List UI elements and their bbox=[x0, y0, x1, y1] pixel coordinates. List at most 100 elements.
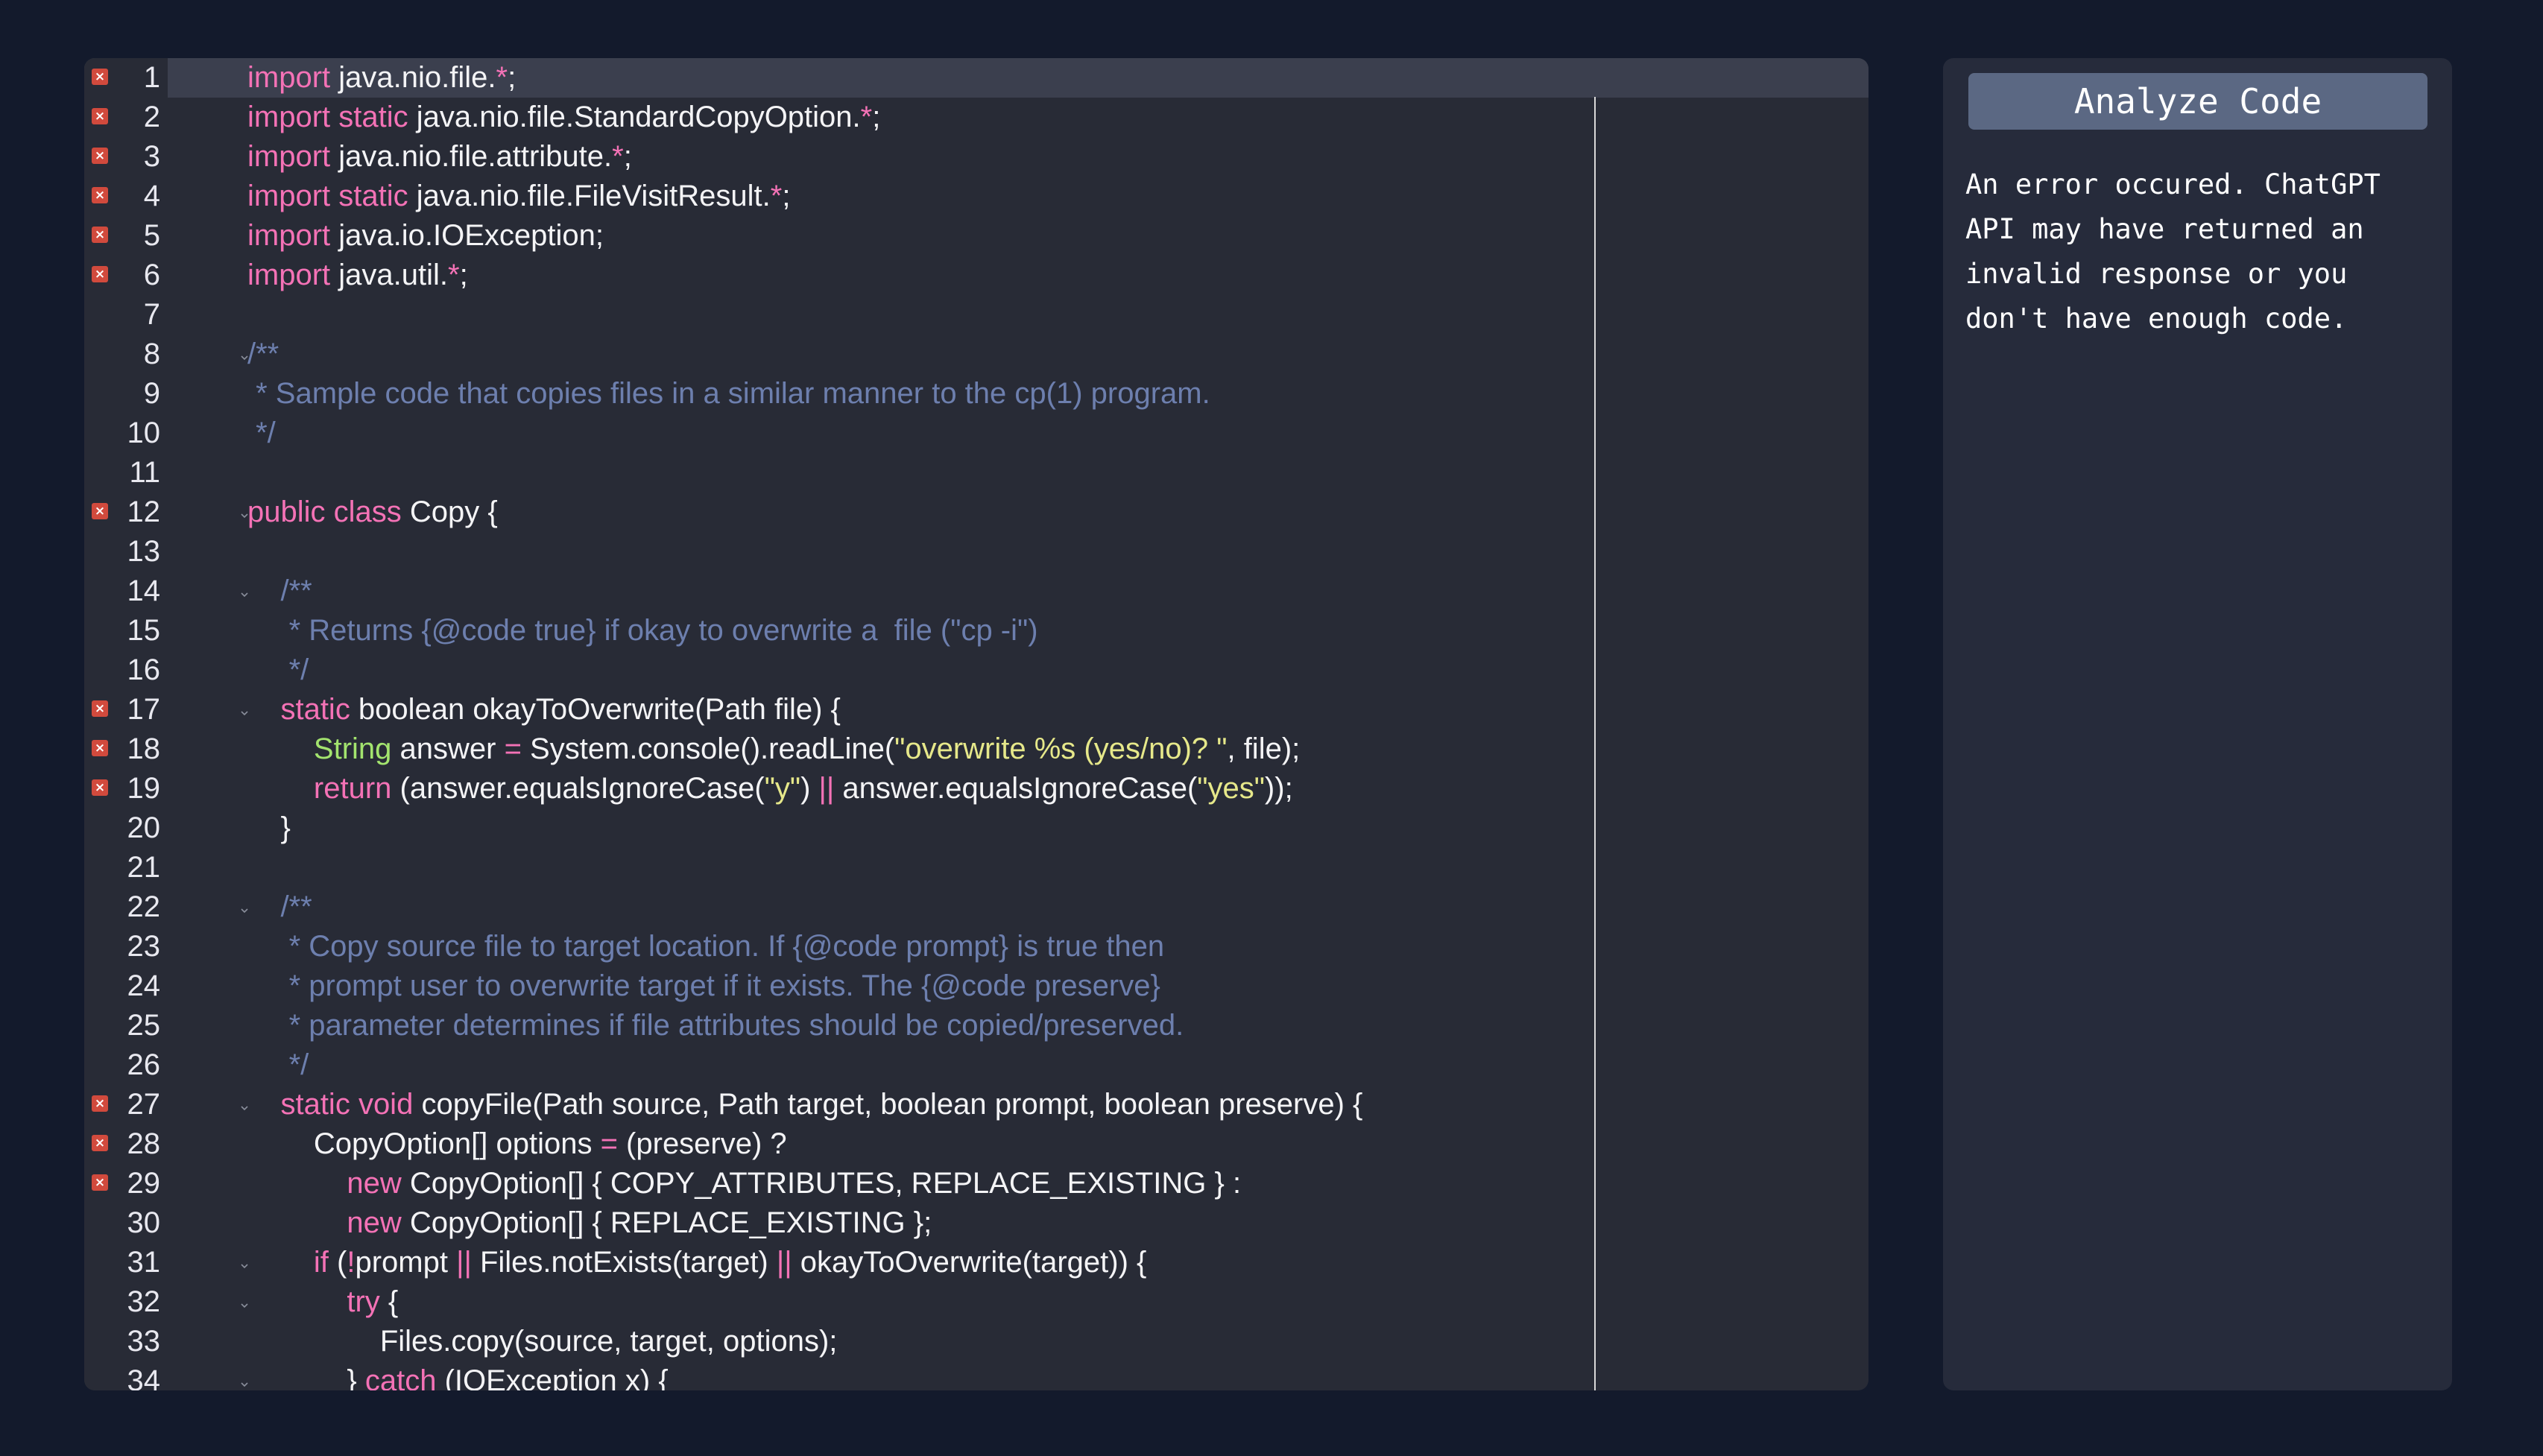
code-line[interactable]: 33 Files.copy(source, target, options); bbox=[84, 1322, 1868, 1361]
code-line[interactable]: × 12 public class Copy { bbox=[84, 493, 1868, 532]
code-line[interactable]: × 4 import static java.nio.file.FileVisitR… bbox=[84, 177, 1868, 216]
code-text[interactable]: return (answer.equalsIgnoreCase("y") || … bbox=[247, 769, 1293, 808]
code-line[interactable]: 10 */ bbox=[84, 414, 1868, 453]
code-line[interactable]: 11 bbox=[84, 453, 1868, 493]
code-token: ; bbox=[623, 140, 632, 173]
line-number: 15 bbox=[127, 614, 161, 647]
code-text[interactable]: import java.util.*; bbox=[247, 256, 468, 295]
code-text[interactable]: * prompt user to overwrite target if it … bbox=[247, 966, 1160, 1006]
code-text[interactable]: public class Copy { bbox=[247, 493, 498, 532]
line-number: 26 bbox=[127, 1048, 161, 1081]
code-line[interactable]: 7 bbox=[84, 295, 1868, 335]
code-line[interactable]: × 29 new CopyOption[] { COPY_ATTRIBUTES, … bbox=[84, 1164, 1868, 1203]
code-text[interactable]: import java.nio.file.*; bbox=[247, 58, 516, 98]
code-line[interactable]: × 6 import java.util.*; bbox=[84, 256, 1868, 295]
code-token: /** bbox=[247, 338, 279, 370]
line-number: 1 bbox=[143, 61, 160, 94]
code-line[interactable]: 20 } bbox=[84, 808, 1868, 848]
code-text[interactable]: import static java.nio.file.StandardCopy… bbox=[247, 98, 880, 137]
analysis-panel: Analyze Code An error occured. ChatGPT A… bbox=[1943, 58, 2452, 1390]
code-line[interactable]: 8 /** bbox=[84, 335, 1868, 374]
line-number: 23 bbox=[127, 930, 161, 963]
code-line[interactable]: × 18 String answer = System.console().rea… bbox=[84, 729, 1868, 769]
code-line[interactable]: 15 * Returns {@code true} if okay to ove… bbox=[84, 611, 1868, 651]
code-text[interactable]: CopyOption[] options = (preserve) ? bbox=[247, 1124, 787, 1164]
code-line[interactable]: 22 /** bbox=[84, 887, 1868, 927]
code-line[interactable]: × 19 return (answer.equalsIgnoreCase("y")… bbox=[84, 769, 1868, 808]
code-text[interactable]: /** bbox=[247, 335, 279, 374]
error-marker-icon[interactable]: × bbox=[92, 1174, 108, 1191]
code-text[interactable]: */ bbox=[247, 651, 309, 690]
code-line[interactable]: 32 try { bbox=[84, 1282, 1868, 1322]
code-line[interactable]: 16 */ bbox=[84, 651, 1868, 690]
code-text[interactable]: if (!prompt || Files.notExists(target) |… bbox=[247, 1243, 1146, 1282]
code-token: String bbox=[313, 732, 392, 765]
code-text[interactable]: * Sample code that copies files in a sim… bbox=[247, 374, 1210, 414]
error-marker-icon[interactable]: × bbox=[92, 69, 108, 85]
code-text[interactable]: new CopyOption[] { REPLACE_EXISTING }; bbox=[247, 1203, 932, 1243]
error-marker-icon[interactable]: × bbox=[92, 1095, 108, 1112]
code-text[interactable]: */ bbox=[247, 1045, 309, 1085]
error-marker-icon[interactable]: × bbox=[92, 700, 108, 717]
code-line[interactable]: × 2 import static java.nio.file.StandardCo… bbox=[84, 98, 1868, 137]
code-token: catch bbox=[364, 1364, 437, 1390]
line-number: 12 bbox=[127, 496, 161, 528]
code-token: copyFile(Path source, Path target, boole… bbox=[413, 1088, 1363, 1121]
code-line[interactable]: 31 if (!prompt || Files.notExists(target… bbox=[84, 1243, 1868, 1282]
code-text[interactable]: Files.copy(source, target, options); bbox=[247, 1322, 838, 1361]
code-text[interactable]: /** bbox=[247, 887, 312, 927]
code-token: "overwrite %s (yes/no)? " bbox=[894, 732, 1228, 765]
code-line[interactable]: × 27 static void copyFile(Path source, Pa… bbox=[84, 1085, 1868, 1124]
line-number: 9 bbox=[143, 377, 160, 410]
code-line[interactable]: 24 * prompt user to overwrite target if … bbox=[84, 966, 1868, 1006]
code-line[interactable]: 13 bbox=[84, 532, 1868, 572]
code-token: * Returns {@code true} if okay to overwr… bbox=[247, 614, 1038, 647]
error-marker-icon[interactable]: × bbox=[92, 1135, 108, 1151]
error-marker-icon[interactable]: × bbox=[92, 740, 108, 756]
error-marker-icon[interactable]: × bbox=[92, 779, 108, 796]
code-text[interactable]: import java.nio.file.attribute.*; bbox=[247, 137, 632, 177]
code-token: "y" bbox=[764, 772, 801, 805]
code-text[interactable]: * Copy source file to target location. I… bbox=[247, 927, 1165, 966]
code-line[interactable]: × 1 import java.nio.file.*; bbox=[84, 58, 1868, 98]
line-number: 6 bbox=[143, 259, 160, 291]
error-marker-icon[interactable]: × bbox=[92, 148, 108, 164]
code-line[interactable]: 34 } catch (IOException x) { bbox=[84, 1361, 1868, 1390]
code-text[interactable]: /** bbox=[247, 572, 312, 611]
code-text[interactable]: String answer = System.console().readLin… bbox=[247, 729, 1300, 769]
error-marker-icon[interactable]: × bbox=[92, 187, 108, 203]
error-marker-icon[interactable]: × bbox=[92, 108, 108, 124]
code-text[interactable]: import static java.nio.file.FileVisitRes… bbox=[247, 177, 790, 216]
code-line[interactable]: × 28 CopyOption[] options = (preserve) ? bbox=[84, 1124, 1868, 1164]
code-token: || bbox=[776, 1246, 792, 1279]
code-text[interactable]: static void copyFile(Path source, Path t… bbox=[247, 1085, 1362, 1124]
code-line[interactable]: 14 /** bbox=[84, 572, 1868, 611]
code-text[interactable]: try { bbox=[247, 1282, 398, 1322]
code-text[interactable]: } catch (IOException x) { bbox=[247, 1361, 668, 1390]
code-text[interactable]: * Returns {@code true} if okay to overwr… bbox=[247, 611, 1038, 651]
code-line[interactable]: × 17 static boolean okayToOverwrite(Path … bbox=[84, 690, 1868, 729]
code-text[interactable]: import java.io.IOException; bbox=[247, 216, 604, 256]
line-number: 5 bbox=[143, 219, 160, 252]
code-text[interactable]: new CopyOption[] { COPY_ATTRIBUTES, REPL… bbox=[247, 1164, 1241, 1203]
code-line[interactable]: 9 * Sample code that copies files in a s… bbox=[84, 374, 1868, 414]
error-marker-icon[interactable]: × bbox=[92, 266, 108, 282]
code-line[interactable]: 25 * parameter determines if file attrib… bbox=[84, 1006, 1868, 1045]
code-text[interactable]: * parameter determines if file attribute… bbox=[247, 1006, 1184, 1045]
code-line[interactable]: 30 new CopyOption[] { REPLACE_EXISTING }… bbox=[84, 1203, 1868, 1243]
analyze-code-button[interactable]: Analyze Code bbox=[1968, 73, 2427, 130]
error-marker-icon[interactable]: × bbox=[92, 503, 108, 519]
error-marker-icon[interactable]: × bbox=[92, 227, 108, 243]
code-line[interactable]: × 3 import java.nio.file.attribute.*; bbox=[84, 137, 1868, 177]
code-text[interactable]: */ bbox=[247, 414, 276, 453]
code-editor[interactable]: × 1 import java.nio.file.*; × 2 import static… bbox=[84, 58, 1868, 1390]
code-line[interactable]: 26 */ bbox=[84, 1045, 1868, 1085]
code-line[interactable]: × 5 import java.io.IOException; bbox=[84, 216, 1868, 256]
code-line[interactable]: 21 bbox=[84, 848, 1868, 887]
code-token: */ bbox=[247, 653, 309, 686]
code-text[interactable]: } bbox=[247, 808, 290, 848]
code-token: java.util. bbox=[330, 259, 448, 291]
code-text[interactable]: static boolean okayToOverwrite(Path file… bbox=[247, 690, 840, 729]
code-line[interactable]: 23 * Copy source file to target location… bbox=[84, 927, 1868, 966]
